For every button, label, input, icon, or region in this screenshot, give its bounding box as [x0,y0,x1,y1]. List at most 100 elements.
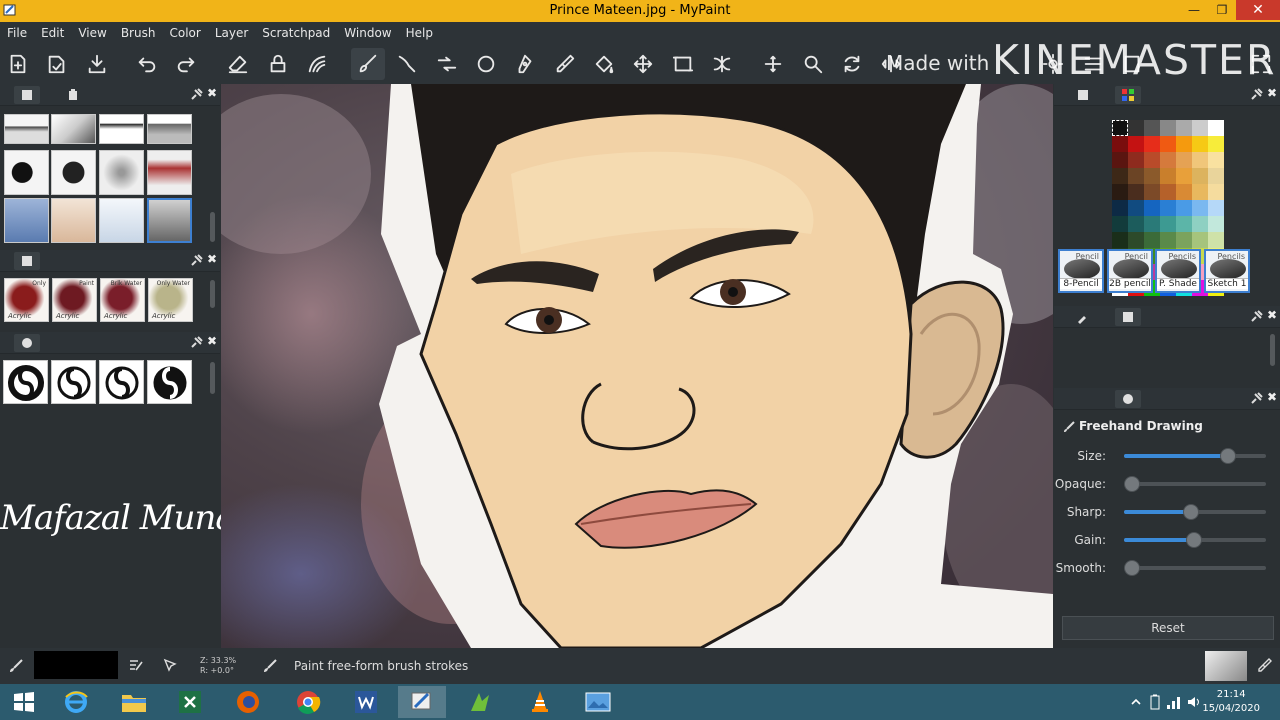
pencil-brush-thumbnail[interactable]: Pencils P. Shade [1155,249,1201,293]
palette-swatch[interactable] [1128,232,1144,248]
show-hidden-icons-icon[interactable] [1130,696,1142,708]
new-document-icon[interactable] [1,48,35,80]
acrylic-brush-thumbnail[interactable]: Only Acrylic [4,278,49,322]
stroke-brush-thumbnail[interactable] [99,360,144,404]
palette-swatch[interactable] [1128,216,1144,232]
brush-preview-thumbnail[interactable] [1205,651,1247,681]
palette-swatch[interactable] [1160,152,1176,168]
freehand-brush-icon[interactable] [351,48,385,80]
brush-group-icon[interactable] [14,86,40,104]
menu-help[interactable]: Help [399,22,440,44]
mypaint-icon[interactable] [398,686,446,718]
palette-swatch[interactable] [1160,232,1176,248]
close-panel-icon[interactable]: ✖ [207,252,217,266]
pencil-brush-thumbnail[interactable]: Pencils Sketch 1 [1204,249,1250,293]
palette-swatch[interactable] [1144,216,1160,232]
palette-swatch[interactable] [1144,168,1160,184]
palette-swatch[interactable] [1160,184,1176,200]
palette-swatch[interactable] [1144,152,1160,168]
palette-swatch[interactable] [1160,200,1176,216]
palette-swatch[interactable] [1176,152,1192,168]
symmetry-icon[interactable] [705,48,739,80]
palette-swatch[interactable] [1208,152,1224,168]
brush-thumbnail[interactable] [4,198,49,243]
scratchpad-icon[interactable] [60,86,86,104]
redo-icon[interactable] [169,48,203,80]
zoom-icon[interactable] [796,48,830,80]
brush-edit-icon[interactable] [128,657,144,673]
acrylic-brush-thumbnail[interactable]: Brlk Water Acrylic [100,278,145,322]
stroke-brush-thumbnail[interactable] [51,360,96,404]
pan-icon[interactable] [756,48,790,80]
palette-swatch[interactable] [1144,200,1160,216]
palette-swatch[interactable] [1112,232,1128,248]
taskbar-clock[interactable]: 21:14 15/04/2020 [1202,688,1260,716]
palette-tab-icon[interactable] [1115,86,1141,104]
palette-swatch[interactable] [1208,232,1224,248]
volume-icon[interactable] [1186,694,1202,710]
brush-mode-icon[interactable] [300,48,334,80]
palette-swatch[interactable] [1176,200,1192,216]
palette-swatch[interactable] [1208,120,1224,136]
palette-swatch[interactable] [1112,152,1128,168]
slider-track[interactable] [1124,504,1266,520]
pencil-brush-thumbnail[interactable]: Pencil 8-Pencil [1058,249,1104,293]
palette-swatch[interactable] [1128,120,1144,136]
close-panel-icon[interactable]: ✖ [207,86,217,100]
palette-swatch[interactable] [1192,120,1208,136]
drawing-canvas[interactable] [221,84,1053,648]
brush-thumbnail[interactable] [51,150,96,195]
pin-icon[interactable] [190,335,204,349]
ellipse-icon[interactable] [469,48,503,80]
slider-knob[interactable] [1124,476,1140,492]
color-wheel-tab-icon[interactable] [1070,86,1096,104]
slider-track[interactable] [1124,448,1266,464]
palette-swatch[interactable] [1176,184,1192,200]
brush-history-icon[interactable] [1070,308,1096,326]
rotate-icon[interactable] [835,48,869,80]
pin-icon[interactable] [1250,87,1264,101]
eraser-icon[interactable] [221,48,255,80]
palette-swatch[interactable] [1112,200,1128,216]
pin-icon[interactable] [1250,309,1264,323]
menu-layer[interactable]: Layer [208,22,255,44]
palette-swatch[interactable] [1208,168,1224,184]
brush-thumbnail[interactable] [147,198,192,243]
slider-track[interactable] [1124,476,1266,492]
palette-swatch[interactable] [1160,120,1176,136]
minimize-icon[interactable]: — [1180,0,1208,20]
palette-swatch[interactable] [1128,136,1144,152]
slider-knob[interactable] [1182,504,1199,520]
brushset-tab-icon[interactable] [1115,308,1141,326]
palette-swatch[interactable] [1160,168,1176,184]
brush-group-icon[interactable] [14,334,40,352]
slider-knob[interactable] [1124,560,1140,576]
brush-scrollbar[interactable] [210,212,215,242]
pin-icon[interactable] [190,87,204,101]
windows-start-icon[interactable] [0,686,48,718]
brush-thumbnail[interactable] [51,198,96,243]
slider-knob[interactable] [1219,448,1236,464]
palette-swatch[interactable] [1192,200,1208,216]
palette-swatch[interactable] [1176,216,1192,232]
menu-view[interactable]: View [71,22,113,44]
slider-track[interactable] [1124,532,1266,548]
palette-swatch[interactable] [1144,232,1160,248]
palette-swatch[interactable] [1160,216,1176,232]
brush-thumbnail[interactable] [4,150,49,195]
menu-scratchpad[interactable]: Scratchpad [255,22,337,44]
file-explorer-icon[interactable] [110,686,158,718]
palette-swatch[interactable] [1208,200,1224,216]
palette-swatch[interactable] [1144,120,1160,136]
brush-thumbnail[interactable] [147,114,192,144]
palette-swatch[interactable] [1192,152,1208,168]
pencil-brush-thumbnail[interactable]: Pencil 2B pencil [1107,249,1153,293]
acrylic-brush-thumbnail[interactable]: Paint Acrylic [52,278,97,322]
frame-icon[interactable] [666,48,700,80]
pin-icon[interactable] [1250,391,1264,405]
palette-swatch[interactable] [1208,184,1224,200]
internet-explorer-icon[interactable] [52,686,100,718]
palette-swatch[interactable] [1208,136,1224,152]
tool-options-icon[interactable] [1115,390,1141,408]
brush-thumbnail[interactable] [99,150,144,195]
